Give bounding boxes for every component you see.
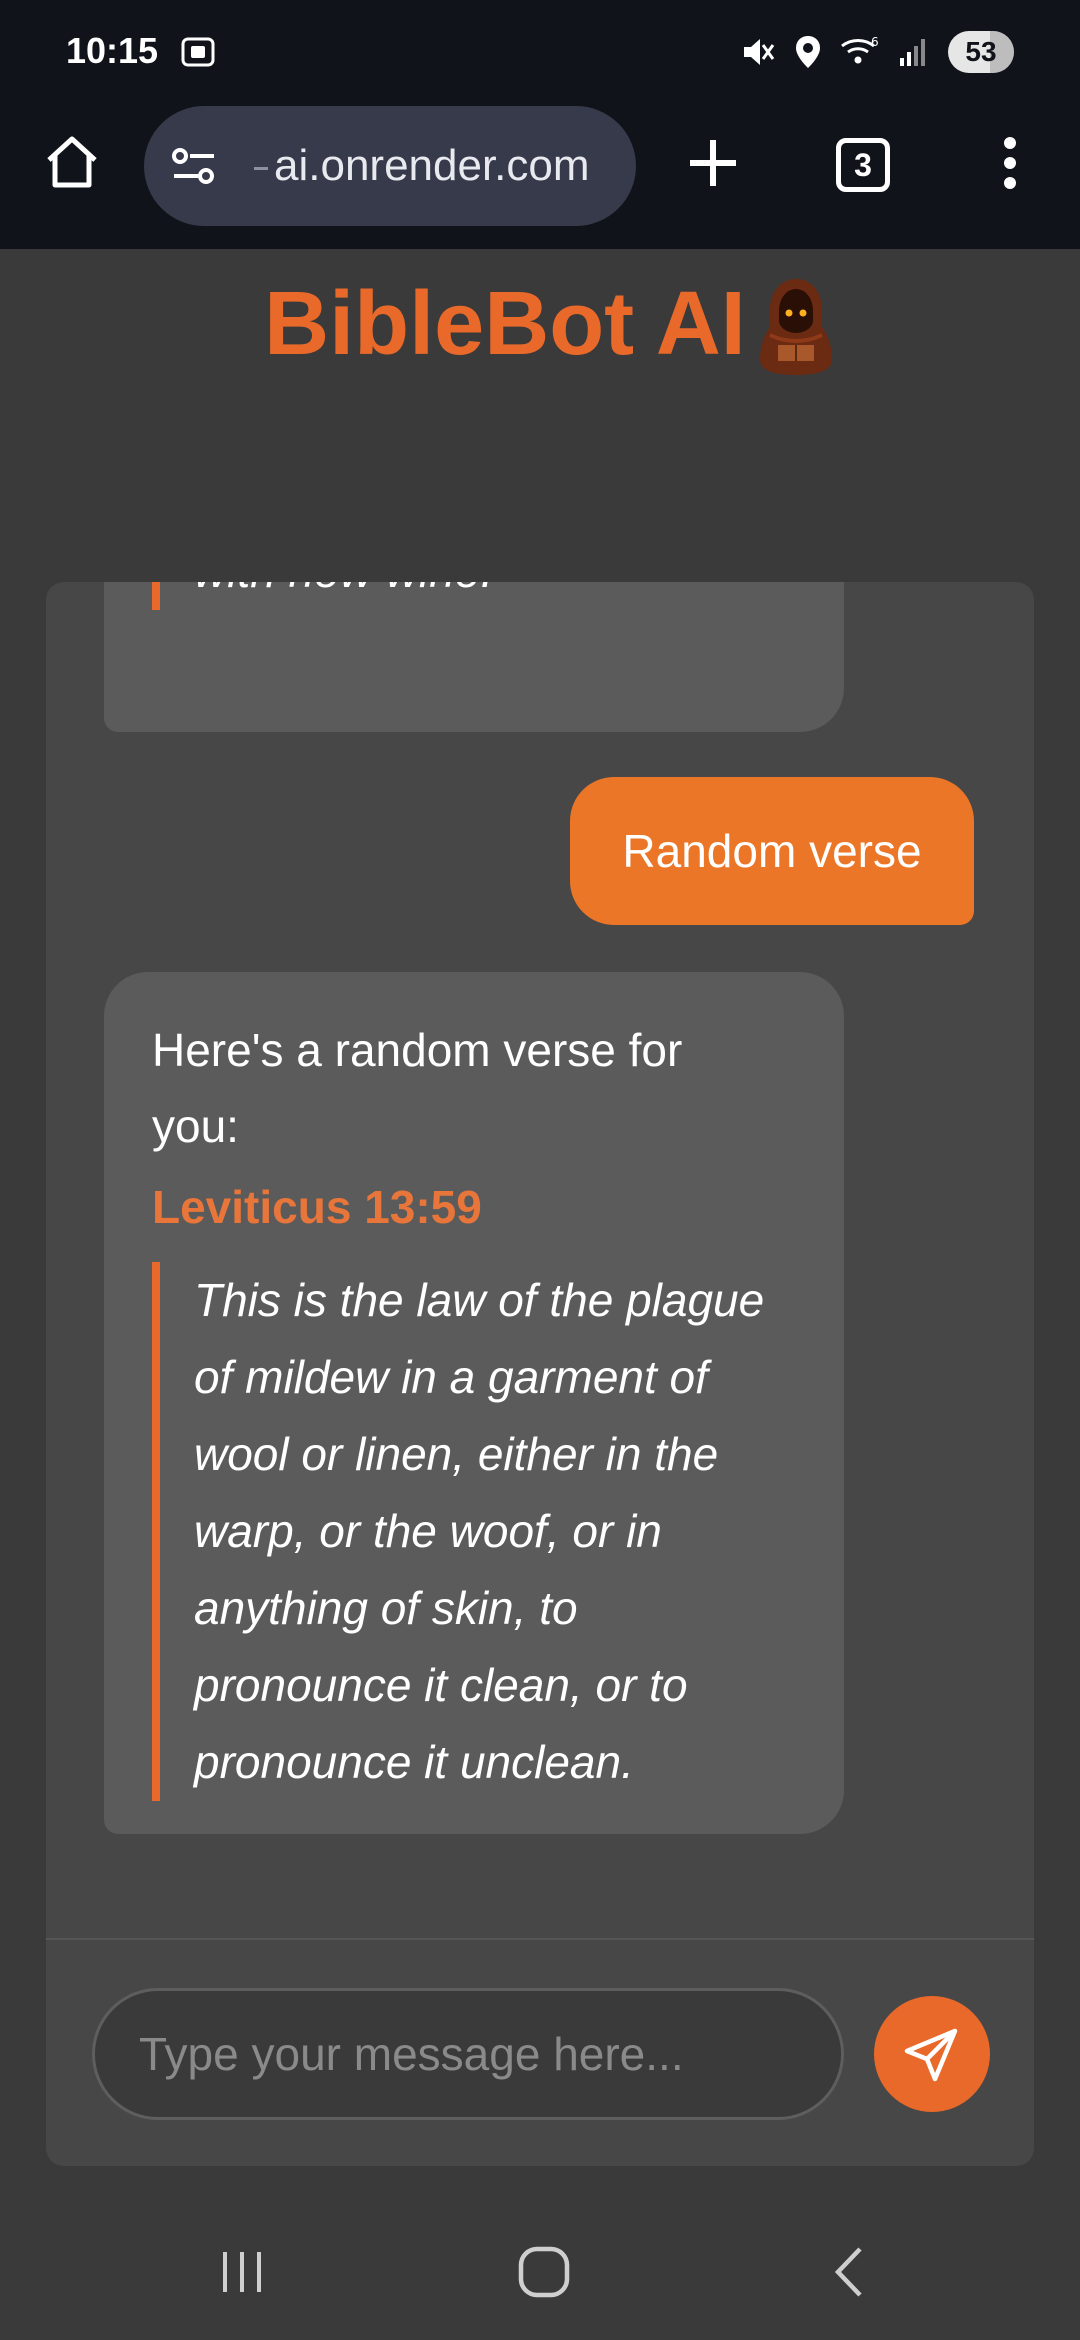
mute-icon [740, 34, 776, 70]
new-tab-button[interactable] [680, 130, 746, 196]
verse-quote: This is the law of the plague of mildew … [152, 1262, 802, 1801]
back-button[interactable] [816, 2242, 880, 2302]
status-time: 10:15 [66, 30, 159, 71]
home-button[interactable] [40, 130, 104, 194]
message-list[interactable]: and your vats will overflow with new win… [46, 582, 1034, 1938]
recents-button[interactable] [210, 2242, 274, 2302]
screenshot-icon [180, 36, 216, 68]
plus-icon [690, 140, 736, 186]
chat-panel: and your vats will overflow with new win… [46, 582, 1034, 2166]
verse-quote: and your vats will overflow with new win… [152, 582, 802, 610]
bot-message: Here's a random verse for you: Leviticus… [104, 972, 844, 1834]
app-header: BibleBot AI [0, 249, 1080, 399]
browser-toolbar: ai.onrender.com 3 [0, 100, 1080, 249]
tab-count: 3 [854, 146, 872, 183]
bot-message-intro: Here's a random verse for you: [152, 1024, 683, 1152]
svg-text:6: 6 [871, 35, 879, 49]
status-icons: 6 53 [740, 28, 1014, 76]
browser-menu-button[interactable] [990, 130, 1030, 196]
tune-icon[interactable] [170, 142, 218, 190]
status-bar: 10:15 6 53 [0, 0, 1080, 100]
url-text: ai.onrender.com [254, 141, 590, 191]
send-button[interactable] [874, 1996, 990, 2112]
wifi-icon: 6 [840, 34, 880, 70]
message-input-bar [46, 1938, 1034, 2166]
message-input[interactable] [92, 1988, 844, 2120]
battery-indicator: 53 [948, 31, 1014, 73]
user-message-text: Random verse [622, 825, 922, 877]
nav-home-button[interactable] [512, 2242, 576, 2302]
more-vert-icon [1004, 137, 1016, 189]
send-icon [904, 2028, 958, 2082]
verse-reference: Leviticus 13:59 [152, 1181, 482, 1233]
bot-message: and your vats will overflow with new win… [104, 582, 844, 732]
user-message: Random verse [570, 777, 974, 925]
signal-icon [898, 36, 930, 68]
home-icon [47, 136, 97, 188]
battery-level: 53 [965, 36, 997, 67]
system-nav-bar [0, 2200, 1080, 2340]
address-bar[interactable]: ai.onrender.com [144, 106, 636, 226]
hooded-monk-mascot [760, 279, 832, 375]
home-icon [518, 2246, 570, 2298]
tab-switcher-button[interactable]: 3 [836, 138, 890, 192]
recents-icon [223, 2252, 261, 2292]
browser-chrome: 10:15 6 53 ai.onrender.com 3 [0, 0, 1080, 249]
app-title: BibleBot AI [264, 273, 746, 374]
location-icon [794, 34, 822, 70]
back-icon [834, 2247, 862, 2297]
